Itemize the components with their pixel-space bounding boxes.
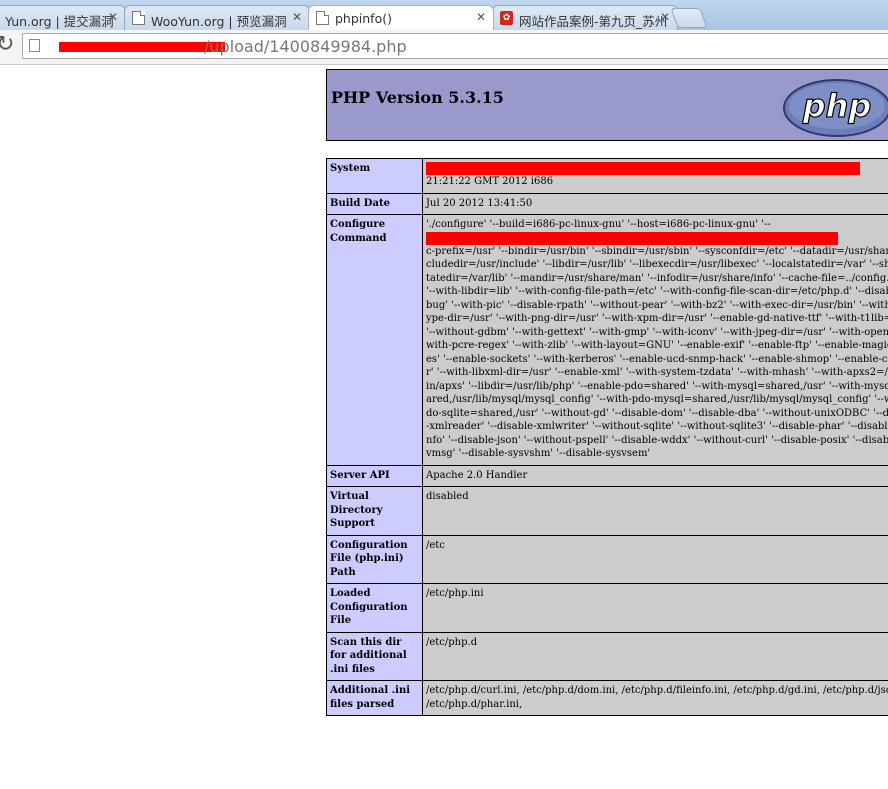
tab-wooyun-submit[interactable]: Yun.org | 提交漏洞 ✕ [0,5,126,30]
table-row: Configuration File (php.ini) Path /etc [326,534,888,584]
row-value: Apache 2.0 Handler [422,464,888,487]
row-value: /etc/php.d [422,631,888,681]
row-key: Server API [326,464,423,487]
close-icon[interactable]: ✕ [292,10,302,24]
row-key: Loaded Configuration File [326,583,423,633]
configure-redaction [426,231,838,245]
row-key: Scan this dir for additional .ini files [326,631,423,681]
row-key: Virtual Directory Support [326,486,423,536]
row-value: /etc/php.ini [422,583,888,633]
row-value: 21:21:22 GMT 2012 i686 [422,158,888,194]
browser-tab-strip: Yun.org | 提交漏洞 ✕ WooYun.org | 预览漏洞 ✕ php… [0,0,888,30]
tab-label: 网站作品案例-第九页_苏州 [519,14,668,29]
tab-label: phpinfo() [335,11,392,26]
table-row: Scan this dir for additional .ini files … [326,631,888,681]
tab-phpinfo[interactable]: phpinfo() ✕ [308,5,494,30]
row-key: Build Date [326,192,423,215]
table-row: Configure Command './configure' '--build… [326,214,888,466]
row-value: /etc/php.d/curl.ini, /etc/php.d/dom.ini,… [422,680,888,716]
tab-wooyun-preview[interactable]: WooYun.org | 预览漏洞 ✕ [124,5,310,30]
table-row: System 21:21:22 GMT 2012 i686 [326,158,888,194]
tab-site-cases[interactable]: ✿ 网站作品案例-第九页_苏州 ✕ [492,5,678,30]
close-icon[interactable]: ✕ [660,10,670,24]
row-value-text: c-prefix=/usr' '--bindir=/usr/bin' '--sb… [426,245,888,460]
row-value: /etc [422,534,888,584]
table-row: Virtual Directory Support disabled [326,486,888,536]
row-value-text: 21:21:22 GMT 2012 i686 [426,176,554,187]
table-row: Server API Apache 2.0 Handler [326,464,888,487]
row-key: System [326,158,423,194]
row-value: './configure' '--build=i686-pc-linux-gnu… [422,214,888,466]
system-redaction [426,162,860,175]
row-key: Configure Command [326,214,423,466]
browser-toolbar: ↻ /upload/1400849984.php [0,30,888,65]
php-logo-icon: php [783,79,888,137]
row-key: Configuration File (php.ini) Path [326,534,423,584]
close-icon[interactable]: ✕ [108,10,118,24]
phpinfo-table: System 21:21:22 GMT 2012 i686 Build Date… [326,158,888,716]
site-logo-icon: ✿ [500,11,513,25]
page-icon [29,39,40,52]
tab-label: Yun.org | 提交漏洞 [5,14,114,29]
url-redaction [59,42,225,52]
new-tab-button[interactable] [670,8,708,28]
php-header: PHP Version 5.3.15 php [326,69,888,141]
table-row: Additional .ini files parsed /etc/php.d/… [326,680,888,716]
row-key: Additional .ini files parsed [326,680,423,716]
close-icon[interactable]: ✕ [476,10,486,24]
php-logo-text: php [802,87,872,125]
page-title: PHP Version 5.3.15 [331,88,504,107]
row-value: disabled [422,486,888,536]
page-content: PHP Version 5.3.15 php System 21:21:22 G… [0,65,888,789]
tab-label: WooYun.org | 预览漏洞 [151,14,287,29]
reload-icon[interactable]: ↻ [0,34,14,56]
row-value: Jul 20 2012 13:41:50 [422,192,888,215]
address-bar[interactable]: /upload/1400849984.php [22,33,888,59]
row-value-text: './configure' '--build=i686-pc-linux-gnu… [426,219,771,230]
table-row: Build Date Jul 20 2012 13:41:50 [326,192,888,215]
table-row: Loaded Configuration File /etc/php.ini [326,583,888,633]
page-icon [132,11,145,25]
url-path: /upload/1400849984.php [204,37,407,56]
page-icon [316,11,329,25]
